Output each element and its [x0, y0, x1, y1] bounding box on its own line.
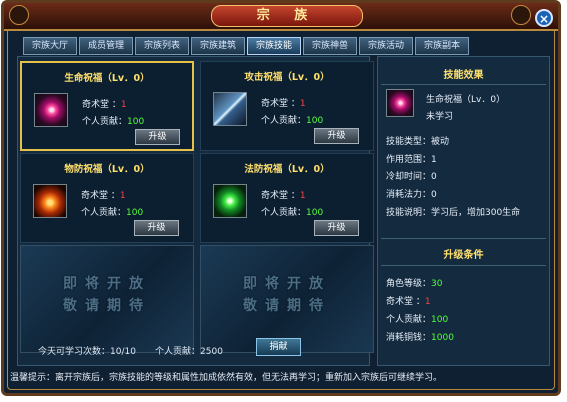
- skill-mana-cost: 消耗法力：0: [386, 190, 437, 200]
- skills-panel: 生命祝福（Lv．0） 奇术堂 ：1 个人贡献：100 升级 攻击祝福（Lv．0）…: [17, 56, 374, 366]
- skill-type: 技能类型：被动: [386, 137, 450, 147]
- skill-description: 技能说明：学习后，增加300生命: [386, 208, 521, 218]
- selected-skill-state: 未学习: [426, 112, 454, 122]
- skill-card-magic-defense[interactable]: 法防祝福（Lv．0） 奇术堂 ：1 个人贡献：100 升级: [200, 153, 374, 243]
- tab-clan-skills[interactable]: 宗族技能: [247, 37, 301, 55]
- tab-clan-beast[interactable]: 宗族神兽: [303, 37, 357, 55]
- required-hall-level: 奇术堂 ：1: [386, 297, 431, 307]
- skill-card-life-blessing[interactable]: 生命祝福（Lv．0） 奇术堂 ：1 个人贡献：100 升级: [20, 61, 194, 151]
- required-contribution: 个人贡献：100: [386, 315, 449, 325]
- donate-button[interactable]: 捐献: [256, 338, 301, 356]
- skill-title: 生命祝福（Lv．0）: [64, 73, 150, 84]
- life-blessing-icon: [34, 93, 68, 127]
- skill-hall-row: 奇术堂 ：1: [82, 100, 127, 110]
- skill-detail-panel: 技能效果 生命祝福（Lv．0） 未学习 技能类型：被动 作用范围：1 冷却时间：…: [377, 56, 550, 366]
- locked-skill-slot: 即将开放 敬请期待: [20, 245, 194, 353]
- upgrade-button[interactable]: 升级: [134, 220, 179, 236]
- skill-contrib-row: 个人贡献：100: [261, 208, 324, 218]
- upgrade-conditions-header: 升级条件: [443, 250, 484, 261]
- skill-range: 作用范围：1: [386, 155, 437, 165]
- skill-contrib-row: 个人贡献：100: [82, 117, 145, 127]
- skill-title: 攻击祝福（Lv．0）: [244, 72, 330, 83]
- tab-clan-dungeon[interactable]: 宗族副本: [415, 37, 469, 55]
- learn-times-label: 今天可学习次数：10/10: [38, 347, 136, 357]
- required-level: 角色等级：30: [386, 279, 443, 289]
- left-corner-ornament: [9, 5, 29, 25]
- lightning-icon: [213, 92, 247, 126]
- skill-hall-row: 奇术堂 ：1: [261, 191, 306, 201]
- upgrade-button[interactable]: 升级: [135, 129, 180, 145]
- skill-title: 物防祝福（Lv．0）: [64, 164, 150, 175]
- selected-skill-icon: [386, 89, 414, 117]
- selected-skill-name: 生命祝福（Lv．0）: [426, 95, 506, 105]
- right-corner-ornament: [511, 5, 531, 25]
- skill-card-attack-blessing[interactable]: 攻击祝福（Lv．0） 奇术堂 ：1 个人贡献：100 升级: [200, 61, 374, 151]
- skill-card-physical-defense[interactable]: 物防祝福（Lv．0） 奇术堂 ：1 个人贡献：100 升级: [20, 153, 194, 243]
- window-title: 宗 族: [211, 5, 363, 27]
- skill-effect-header: 技能效果: [443, 70, 484, 81]
- divider: [381, 265, 546, 266]
- tab-clan-buildings[interactable]: 宗族建筑: [191, 37, 245, 55]
- tip-text: 温馨提示：离开宗族后，宗族技能的等级和属性加成依然有效，但无法再学习；重新加入宗…: [10, 373, 443, 383]
- coming-soon-label: 即将开放 敬请期待: [63, 276, 151, 314]
- skill-title: 法防祝福（Lv．0）: [244, 164, 330, 175]
- tab-bar: 宗族大厅 成员管理 宗族列表 宗族建筑 宗族技能 宗族神兽 宗族活动 宗族副本: [23, 37, 469, 55]
- tab-member-management[interactable]: 成员管理: [79, 37, 133, 55]
- skill-hall-row: 奇术堂 ：1: [261, 99, 306, 109]
- divider: [381, 238, 546, 239]
- green-aura-icon: [213, 184, 247, 218]
- close-icon[interactable]: ×: [535, 9, 553, 27]
- divider: [381, 84, 546, 85]
- coming-soon-label: 即将开放 敬请期待: [243, 276, 331, 314]
- tab-clan-hall[interactable]: 宗族大厅: [23, 37, 77, 55]
- tab-clan-activities[interactable]: 宗族活动: [359, 37, 413, 55]
- tab-clan-list[interactable]: 宗族列表: [135, 37, 189, 55]
- clan-window: 宗 族 × 宗族大厅 成员管理 宗族列表 宗族建筑 宗族技能 宗族神兽 宗族活动…: [1, 0, 561, 396]
- title-bar: 宗 族 ×: [4, 3, 558, 31]
- skill-cooldown: 冷却时间：0: [386, 172, 437, 182]
- skill-hall-row: 奇术堂 ：1: [81, 191, 126, 201]
- skill-contrib-row: 个人贡献：100: [81, 208, 144, 218]
- personal-contribution-label: 个人贡献：2500: [155, 347, 223, 357]
- upgrade-button[interactable]: 升级: [314, 128, 359, 144]
- skill-contrib-row: 个人贡献：100: [261, 116, 324, 126]
- fire-figure-icon: [33, 184, 67, 218]
- required-copper: 消耗铜钱：1000: [386, 333, 454, 343]
- locked-skill-slot: 即将开放 敬请期待: [200, 245, 374, 353]
- upgrade-button[interactable]: 升级: [314, 220, 359, 236]
